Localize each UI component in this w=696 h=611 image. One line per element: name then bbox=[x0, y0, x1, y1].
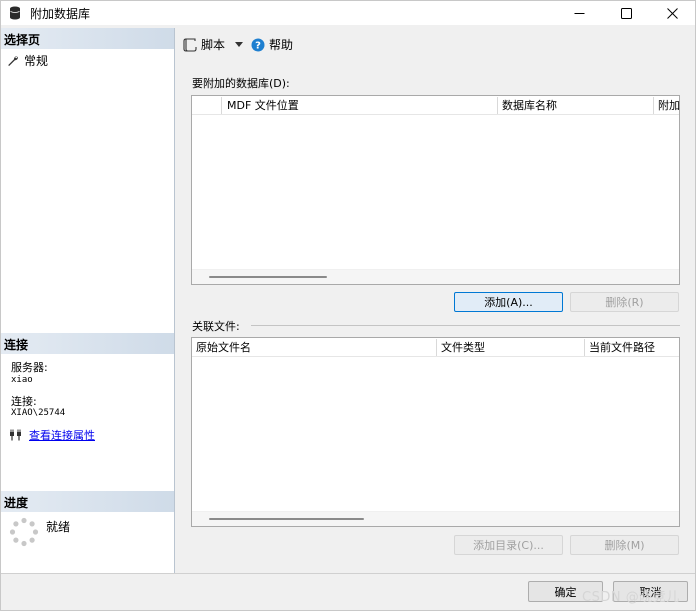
left-panel: 选择页 常规 连接 服务器: xiao 连接: XIAO\25744 查看连接属… bbox=[1, 28, 175, 573]
attach-grid-header: MDF 文件位置 数据库名称 附加 bbox=[192, 96, 681, 115]
svg-text:?: ? bbox=[255, 40, 261, 51]
files-col-file-type[interactable]: 文件类型 bbox=[437, 339, 585, 356]
attach-col-mdf-location[interactable]: MDF 文件位置 bbox=[223, 97, 498, 114]
maximize-icon bbox=[620, 7, 632, 19]
script-button[interactable]: 脚本 bbox=[183, 36, 225, 53]
files-group-divider bbox=[251, 325, 680, 326]
plug-icon bbox=[10, 429, 21, 441]
nav-item-general[interactable]: 常规 bbox=[7, 52, 48, 69]
minimize-button[interactable] bbox=[556, 1, 602, 25]
view-connection-properties-link[interactable]: 查看连接属性 bbox=[29, 427, 95, 443]
minimize-icon bbox=[574, 12, 584, 14]
server-value: xiao bbox=[11, 375, 33, 385]
progress-status: 就绪 bbox=[46, 520, 71, 534]
files-grid-header: 原始文件名 文件类型 当前文件路径 bbox=[192, 338, 679, 357]
files-col-original-name[interactable]: 原始文件名 bbox=[192, 339, 437, 356]
remove-file-button[interactable]: 删除(M) bbox=[570, 535, 679, 555]
files-grid-scroll-thumb[interactable] bbox=[209, 518, 364, 520]
remove-database-button[interactable]: 删除(R) bbox=[570, 292, 679, 312]
title-bar: 附加数据库 bbox=[1, 1, 695, 25]
attach-grid-scroll-thumb[interactable] bbox=[209, 276, 327, 278]
script-icon bbox=[183, 37, 197, 52]
attach-col-selector bbox=[192, 97, 222, 114]
help-icon: ? bbox=[251, 38, 265, 51]
attach-group-label: 要附加的数据库(D): bbox=[192, 77, 290, 90]
attach-grid-hscrollbar[interactable] bbox=[192, 270, 679, 284]
connection-label: 连接: bbox=[11, 395, 37, 408]
files-grid-body bbox=[192, 357, 679, 511]
help-label: 帮助 bbox=[269, 38, 294, 52]
help-button[interactable]: ? 帮助 bbox=[251, 36, 293, 53]
close-icon bbox=[666, 7, 678, 19]
progress-spinner-icon bbox=[9, 517, 39, 547]
attach-col-attach-as[interactable]: 附加 bbox=[654, 97, 681, 114]
associated-files-grid[interactable]: 原始文件名 文件类型 当前文件路径 bbox=[191, 337, 680, 527]
close-button[interactable] bbox=[649, 1, 695, 25]
attach-col-db-name[interactable]: 数据库名称 bbox=[498, 97, 654, 114]
footer-divider bbox=[1, 573, 695, 574]
files-col-current-path[interactable]: 当前文件路径 bbox=[585, 339, 681, 356]
script-label: 脚本 bbox=[201, 38, 226, 52]
server-label: 服务器: bbox=[11, 361, 48, 374]
add-database-button[interactable]: 添加(A)... bbox=[454, 292, 563, 312]
nav-item-label: 常规 bbox=[24, 54, 49, 68]
files-grid-hscrollbar[interactable] bbox=[192, 512, 679, 526]
script-dropdown-chevron-icon[interactable] bbox=[235, 42, 244, 47]
attach-databases-grid[interactable]: MDF 文件位置 数据库名称 附加 bbox=[191, 95, 680, 285]
toolbar: 脚本 ? 帮助 bbox=[183, 36, 293, 53]
database-icon bbox=[10, 6, 20, 20]
view-connection-properties[interactable]: 查看连接属性 bbox=[9, 427, 95, 443]
watermark: CSDN @晓竞儿 bbox=[582, 590, 680, 605]
attach-grid-body bbox=[192, 115, 679, 269]
select-page-header: 选择页 bbox=[1, 28, 174, 49]
add-catalog-button[interactable]: 添加目录(C)... bbox=[454, 535, 563, 555]
connection-value: XIAO\25744 bbox=[11, 408, 66, 418]
attach-database-dialog: 附加数据库 选择页 常规 连接 服务器: xiao 连接: XIAO\25744 bbox=[0, 0, 696, 611]
connection-header: 连接 bbox=[1, 333, 174, 354]
wrench-icon bbox=[8, 55, 19, 66]
files-group-label: 关联文件: bbox=[192, 320, 240, 333]
window-title: 附加数据库 bbox=[30, 7, 91, 21]
maximize-button[interactable] bbox=[603, 1, 649, 25]
progress-header: 进度 bbox=[1, 491, 174, 512]
